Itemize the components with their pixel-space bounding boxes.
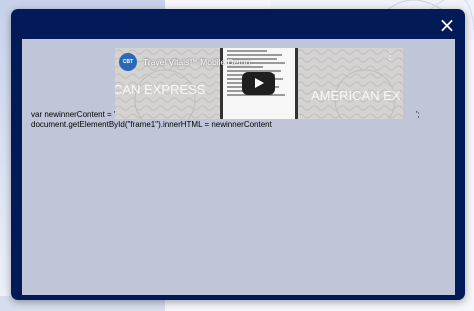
play-button[interactable] [242, 72, 275, 95]
code-line-2: document.getElementById("frame1").innerH… [31, 120, 272, 129]
video-bg-text-left: CAN EXPRESS [115, 82, 206, 97]
code-line-1: var newinnerContent = ' [31, 110, 116, 119]
video-title[interactable]: Travel Vitals™ Mobile Demo [143, 57, 250, 67]
video-bg-text-right: AMERICAN EX [311, 88, 401, 103]
channel-logo-icon[interactable]: CBT [119, 53, 137, 71]
more-options-icon[interactable]: ⋮ [385, 52, 395, 67]
code-line-1-tail: '; [416, 110, 420, 119]
close-icon[interactable]: × [437, 15, 457, 35]
modal-content: CAN EXPRESS AMERICAN EX CBT Travel Vital… [22, 39, 455, 295]
code-text: var newinnerContent = ' document.getElem… [31, 110, 272, 130]
modal-dialog: × CAN EXPRESS AMERICAN EX CBT Travel Vit… [11, 9, 465, 300]
video-player[interactable]: CAN EXPRESS AMERICAN EX CBT Travel Vital… [115, 48, 403, 119]
